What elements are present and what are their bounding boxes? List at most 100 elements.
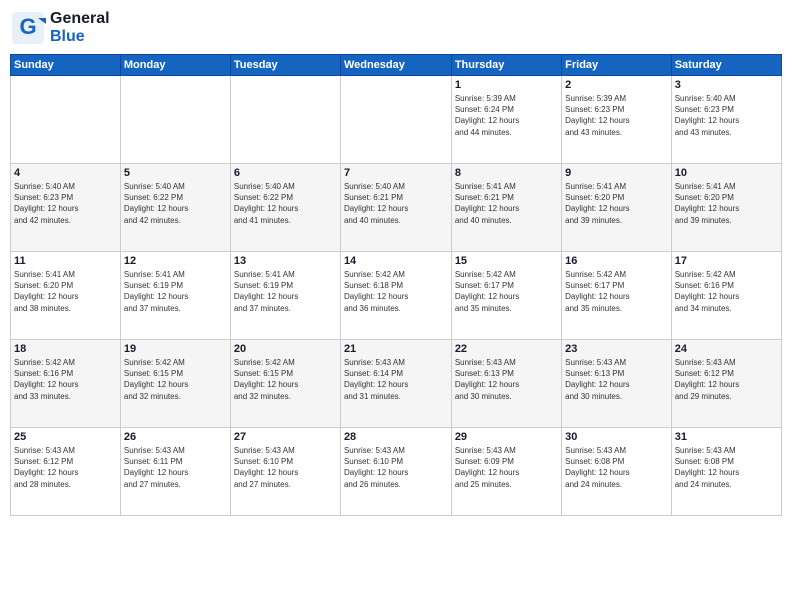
day-info: Sunrise: 5:39 AM Sunset: 6:23 PM Dayligh… bbox=[565, 93, 668, 138]
calendar-header-row: SundayMondayTuesdayWednesdayThursdayFrid… bbox=[11, 55, 782, 76]
day-info: Sunrise: 5:43 AM Sunset: 6:14 PM Dayligh… bbox=[344, 357, 448, 402]
day-number: 24 bbox=[675, 343, 778, 355]
day-info: Sunrise: 5:39 AM Sunset: 6:24 PM Dayligh… bbox=[455, 93, 558, 138]
day-of-week-header: Monday bbox=[120, 55, 230, 76]
calendar-cell: 10 Sunrise: 5:41 AM Sunset: 6:20 PM Dayli… bbox=[671, 164, 781, 252]
calendar-cell: 28 Sunrise: 5:43 AM Sunset: 6:10 PM Dayli… bbox=[340, 428, 451, 516]
day-number: 21 bbox=[344, 343, 448, 355]
page: G General Blue SundayMondayTuesdayWednes… bbox=[0, 0, 792, 612]
calendar-cell bbox=[230, 76, 340, 164]
calendar-cell: 2 Sunrise: 5:39 AM Sunset: 6:23 PM Daylig… bbox=[562, 76, 672, 164]
day-number: 18 bbox=[14, 343, 117, 355]
day-info: Sunrise: 5:43 AM Sunset: 6:13 PM Dayligh… bbox=[455, 357, 558, 402]
day-number: 7 bbox=[344, 167, 448, 179]
calendar-week-row: 18 Sunrise: 5:42 AM Sunset: 6:16 PM Dayli… bbox=[11, 340, 782, 428]
day-number: 28 bbox=[344, 431, 448, 443]
day-number: 25 bbox=[14, 431, 117, 443]
calendar-cell: 24 Sunrise: 5:43 AM Sunset: 6:12 PM Dayli… bbox=[671, 340, 781, 428]
day-info: Sunrise: 5:43 AM Sunset: 6:10 PM Dayligh… bbox=[344, 445, 448, 490]
calendar-cell bbox=[340, 76, 451, 164]
day-info: Sunrise: 5:40 AM Sunset: 6:23 PM Dayligh… bbox=[14, 181, 117, 226]
day-info: Sunrise: 5:43 AM Sunset: 6:11 PM Dayligh… bbox=[124, 445, 227, 490]
calendar-cell: 7 Sunrise: 5:40 AM Sunset: 6:21 PM Daylig… bbox=[340, 164, 451, 252]
day-number: 16 bbox=[565, 255, 668, 267]
day-info: Sunrise: 5:41 AM Sunset: 6:20 PM Dayligh… bbox=[675, 181, 778, 226]
day-number: 12 bbox=[124, 255, 227, 267]
calendar-cell bbox=[120, 76, 230, 164]
day-number: 26 bbox=[124, 431, 227, 443]
day-of-week-header: Saturday bbox=[671, 55, 781, 76]
day-number: 9 bbox=[565, 167, 668, 179]
calendar-cell: 1 Sunrise: 5:39 AM Sunset: 6:24 PM Daylig… bbox=[451, 76, 561, 164]
day-info: Sunrise: 5:43 AM Sunset: 6:12 PM Dayligh… bbox=[675, 357, 778, 402]
calendar-week-row: 25 Sunrise: 5:43 AM Sunset: 6:12 PM Dayli… bbox=[11, 428, 782, 516]
calendar-cell bbox=[11, 76, 121, 164]
day-of-week-header: Sunday bbox=[11, 55, 121, 76]
day-number: 31 bbox=[675, 431, 778, 443]
calendar-cell: 22Sunrise: 5:43 AM Sunset: 6:13 PM Dayli… bbox=[451, 340, 561, 428]
calendar-cell: 31 Sunrise: 5:43 AM Sunset: 6:08 PM Dayli… bbox=[671, 428, 781, 516]
day-info: Sunrise: 5:42 AM Sunset: 6:17 PM Dayligh… bbox=[455, 269, 558, 314]
svg-text:G: G bbox=[19, 14, 36, 39]
calendar-cell: 27 Sunrise: 5:43 AM Sunset: 6:10 PM Dayli… bbox=[230, 428, 340, 516]
day-info: Sunrise: 5:42 AM Sunset: 6:16 PM Dayligh… bbox=[675, 269, 778, 314]
day-number: 2 bbox=[565, 79, 668, 91]
day-number: 27 bbox=[234, 431, 337, 443]
calendar-cell: 15 Sunrise: 5:42 AM Sunset: 6:17 PM Dayli… bbox=[451, 252, 561, 340]
day-number: 14 bbox=[344, 255, 448, 267]
calendar-cell: 26 Sunrise: 5:43 AM Sunset: 6:11 PM Dayli… bbox=[120, 428, 230, 516]
calendar-cell: 17Sunrise: 5:42 AM Sunset: 6:16 PM Dayli… bbox=[671, 252, 781, 340]
day-info: Sunrise: 5:43 AM Sunset: 6:08 PM Dayligh… bbox=[565, 445, 668, 490]
calendar-week-row: 11 Sunrise: 5:41 AM Sunset: 6:20 PM Dayli… bbox=[11, 252, 782, 340]
day-info: Sunrise: 5:42 AM Sunset: 6:16 PM Dayligh… bbox=[14, 357, 117, 402]
day-info: Sunrise: 5:41 AM Sunset: 6:20 PM Dayligh… bbox=[565, 181, 668, 226]
day-info: Sunrise: 5:40 AM Sunset: 6:21 PM Dayligh… bbox=[344, 181, 448, 226]
calendar-week-row: 1 Sunrise: 5:39 AM Sunset: 6:24 PM Daylig… bbox=[11, 76, 782, 164]
calendar-cell: 5Sunrise: 5:40 AM Sunset: 6:22 PM Daylig… bbox=[120, 164, 230, 252]
calendar-cell: 4 Sunrise: 5:40 AM Sunset: 6:23 PM Daylig… bbox=[11, 164, 121, 252]
calendar-cell: 23Sunrise: 5:43 AM Sunset: 6:13 PM Dayli… bbox=[562, 340, 672, 428]
day-number: 19 bbox=[124, 343, 227, 355]
day-info: Sunrise: 5:41 AM Sunset: 6:20 PM Dayligh… bbox=[14, 269, 117, 314]
logo-text: General Blue bbox=[50, 10, 110, 46]
day-number: 6 bbox=[234, 167, 337, 179]
calendar-cell: 9 Sunrise: 5:41 AM Sunset: 6:20 PM Daylig… bbox=[562, 164, 672, 252]
logo-icon: G bbox=[10, 10, 46, 46]
day-number: 20 bbox=[234, 343, 337, 355]
calendar-week-row: 4 Sunrise: 5:40 AM Sunset: 6:23 PM Daylig… bbox=[11, 164, 782, 252]
calendar-body: 1 Sunrise: 5:39 AM Sunset: 6:24 PM Daylig… bbox=[11, 76, 782, 516]
calendar-cell: 21 Sunrise: 5:43 AM Sunset: 6:14 PM Dayli… bbox=[340, 340, 451, 428]
day-number: 10 bbox=[675, 167, 778, 179]
day-info: Sunrise: 5:43 AM Sunset: 6:10 PM Dayligh… bbox=[234, 445, 337, 490]
day-info: Sunrise: 5:42 AM Sunset: 6:15 PM Dayligh… bbox=[234, 357, 337, 402]
calendar: SundayMondayTuesdayWednesdayThursdayFrid… bbox=[10, 54, 782, 516]
day-number: 15 bbox=[455, 255, 558, 267]
calendar-cell: 14 Sunrise: 5:42 AM Sunset: 6:18 PM Dayli… bbox=[340, 252, 451, 340]
day-info: Sunrise: 5:42 AM Sunset: 6:15 PM Dayligh… bbox=[124, 357, 227, 402]
day-info: Sunrise: 5:43 AM Sunset: 6:12 PM Dayligh… bbox=[14, 445, 117, 490]
calendar-cell: 8Sunrise: 5:41 AM Sunset: 6:21 PM Daylig… bbox=[451, 164, 561, 252]
day-of-week-header: Friday bbox=[562, 55, 672, 76]
day-number: 13 bbox=[234, 255, 337, 267]
day-info: Sunrise: 5:43 AM Sunset: 6:08 PM Dayligh… bbox=[675, 445, 778, 490]
day-of-week-header: Thursday bbox=[451, 55, 561, 76]
day-number: 29 bbox=[455, 431, 558, 443]
day-info: Sunrise: 5:40 AM Sunset: 6:23 PM Dayligh… bbox=[675, 93, 778, 138]
day-info: Sunrise: 5:41 AM Sunset: 6:19 PM Dayligh… bbox=[124, 269, 227, 314]
day-number: 11 bbox=[14, 255, 117, 267]
calendar-cell: 13 Sunrise: 5:41 AM Sunset: 6:19 PM Dayli… bbox=[230, 252, 340, 340]
day-number: 1 bbox=[455, 79, 558, 91]
calendar-header: SundayMondayTuesdayWednesdayThursdayFrid… bbox=[11, 55, 782, 76]
day-number: 4 bbox=[14, 167, 117, 179]
day-info: Sunrise: 5:42 AM Sunset: 6:18 PM Dayligh… bbox=[344, 269, 448, 314]
day-info: Sunrise: 5:40 AM Sunset: 6:22 PM Dayligh… bbox=[124, 181, 227, 226]
calendar-cell: 19 Sunrise: 5:42 AM Sunset: 6:15 PM Dayli… bbox=[120, 340, 230, 428]
calendar-cell: 30Sunrise: 5:43 AM Sunset: 6:08 PM Dayli… bbox=[562, 428, 672, 516]
calendar-cell: 6Sunrise: 5:40 AM Sunset: 6:22 PM Daylig… bbox=[230, 164, 340, 252]
calendar-cell: 25 Sunrise: 5:43 AM Sunset: 6:12 PM Dayli… bbox=[11, 428, 121, 516]
day-info: Sunrise: 5:41 AM Sunset: 6:21 PM Dayligh… bbox=[455, 181, 558, 226]
day-number: 23 bbox=[565, 343, 668, 355]
day-info: Sunrise: 5:41 AM Sunset: 6:19 PM Dayligh… bbox=[234, 269, 337, 314]
day-info: Sunrise: 5:43 AM Sunset: 6:09 PM Dayligh… bbox=[455, 445, 558, 490]
day-of-week-header: Wednesday bbox=[340, 55, 451, 76]
